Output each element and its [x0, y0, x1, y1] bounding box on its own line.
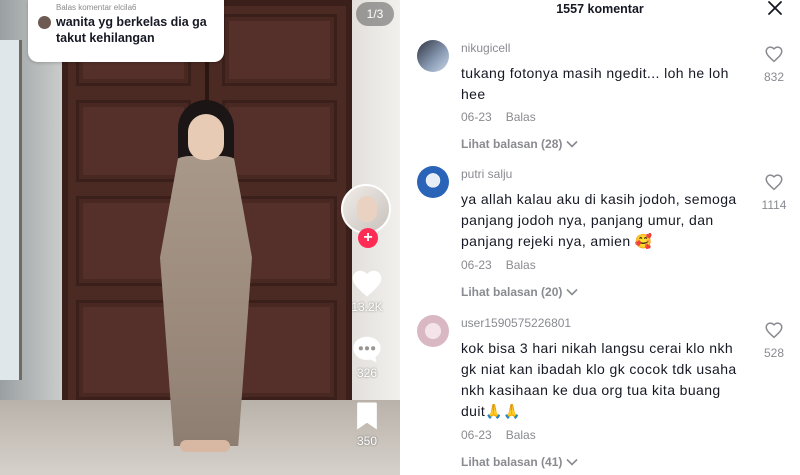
reply-button[interactable]: Balas [506, 428, 536, 442]
comment-like-count: 528 [763, 346, 785, 360]
page-indicator: 1/3 [356, 2, 394, 26]
avatar[interactable] [417, 166, 449, 198]
comment-count: 326 [356, 366, 378, 380]
comment-text: kok bisa 3 hari nikah langsu cerai klo n… [461, 340, 737, 419]
comment-action[interactable]: 326 [341, 334, 393, 380]
view-replies-button[interactable]: Lihat balasan (28) [461, 137, 578, 151]
heart-outline-icon [765, 174, 783, 191]
like-count: 13.2K [351, 300, 383, 314]
heart-outline-icon [765, 46, 783, 63]
commenter-avatar [38, 16, 51, 29]
heart-outline-icon [765, 322, 783, 339]
comments-header: 1557 komentar [400, 0, 800, 20]
comment-icon [353, 336, 381, 363]
door-panel [222, 14, 337, 86]
view-replies-button[interactable]: Lihat balasan (20) [461, 285, 578, 299]
close-icon[interactable] [767, 0, 783, 16]
comment-like[interactable]: 528 [762, 321, 786, 360]
chevron-down-icon [566, 140, 578, 148]
woman-figure [150, 100, 260, 460]
comment-like-count: 1114 [761, 198, 787, 212]
view-replies-label: Lihat balasan (41) [461, 455, 563, 469]
follow-button[interactable]: + [358, 228, 378, 248]
comment-like-count: 832 [763, 70, 785, 84]
comment-date: 06-23 [461, 258, 492, 272]
reply-button[interactable]: Balas [506, 258, 536, 272]
comment-username[interactable]: nikugicell [461, 41, 510, 55]
action-rail: + 13.2K 326 350 [341, 184, 393, 448]
reply-header: Balas komentar elcila6 [56, 3, 137, 12]
heart-icon [352, 270, 382, 297]
video-player[interactable]: Balas komentar elcila6 wanita yg berkela… [0, 0, 400, 475]
comment-count-title: 1557 komentar [556, 2, 644, 16]
save-action[interactable]: 350 [341, 400, 393, 448]
chevron-down-icon [566, 458, 578, 466]
comment-meta: 06-23 Balas [461, 258, 536, 272]
view-replies-label: Lihat balasan (28) [461, 137, 563, 151]
comment-like[interactable]: 832 [762, 45, 786, 84]
comment-text: ya allah kalau aku di kasih jodoh, semog… [461, 191, 737, 249]
save-count: 350 [356, 434, 378, 448]
chevron-down-icon [566, 288, 578, 296]
comment-date: 06-23 [461, 428, 492, 442]
face [188, 114, 224, 160]
comment-username[interactable]: user1590575226801 [461, 316, 571, 330]
like-action[interactable]: 13.2K [341, 268, 393, 314]
reply-button[interactable]: Balas [506, 110, 536, 124]
reply-comment-text: wanita yg berkelas dia ga takut kehilang… [56, 15, 207, 45]
feet [180, 440, 230, 452]
reply-comment-sticker[interactable]: Balas komentar elcila6 wanita yg berkela… [28, 0, 224, 62]
comment-like[interactable]: 1114 [762, 173, 786, 212]
comment-meta: 06-23 Balas [461, 428, 536, 442]
comment-username[interactable]: putri salju [461, 167, 512, 181]
creator-face [357, 196, 377, 222]
avatar[interactable] [417, 40, 449, 72]
comment-date: 06-23 [461, 110, 492, 124]
kebaya-dress [160, 156, 252, 446]
comment-meta: 06-23 Balas [461, 110, 536, 124]
view-replies-label: Lihat balasan (20) [461, 285, 563, 299]
tiktok-screen: Balas komentar elcila6 wanita yg berkela… [0, 0, 800, 475]
bookmark-icon [357, 402, 377, 430]
comment-text: tukang fotonya masih ngedit... loh he lo… [461, 65, 729, 102]
comments-panel: 1557 komentar nikugicell tukang fotonya … [400, 0, 800, 475]
view-replies-button[interactable]: Lihat balasan (41) [461, 455, 578, 469]
window [0, 40, 22, 380]
avatar[interactable] [417, 315, 449, 347]
creator-avatar[interactable]: + [341, 184, 391, 248]
